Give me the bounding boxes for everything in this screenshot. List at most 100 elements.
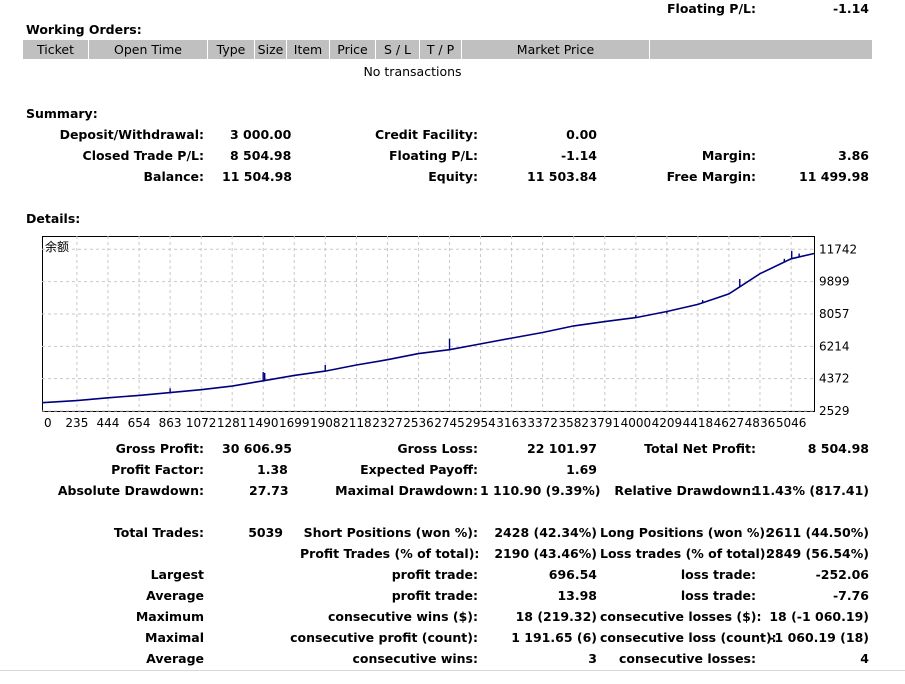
chart-ytick-label: 6214: [819, 339, 850, 353]
chart-xtick-label: 0: [44, 416, 52, 430]
avg-losses-label: consecutive losses:: [618, 651, 756, 666]
average-profit-value: 13.98: [557, 588, 597, 603]
short-positions-label: Short Positions (won %):: [303, 525, 478, 540]
equity-label: Equity:: [428, 169, 478, 184]
free-margin-label: Free Margin:: [666, 169, 756, 184]
chart-xtick-label: 2536: [403, 416, 434, 430]
chart-ytick-label: 11742: [819, 242, 857, 256]
average-profit-label: profit trade:: [391, 588, 478, 603]
maximal-label: Maximal: [145, 630, 204, 645]
chart-xtick-label: 4418: [683, 416, 714, 430]
absolute-drawdown-label: Absolute Drawdown:: [57, 483, 204, 498]
expected-payoff-value: 1.69: [566, 462, 597, 477]
chart-xtick-label: 4209: [652, 416, 683, 430]
long-positions-value: 2611 (44.50%): [766, 525, 869, 540]
maximum-label: Maximum: [135, 609, 204, 624]
absolute-drawdown-value: 27.73: [249, 483, 289, 498]
chart-xtick-label: 4627: [714, 416, 745, 430]
col-tp: T / P: [420, 40, 462, 59]
max-wins-label: consecutive wins ($):: [327, 609, 478, 624]
gross-loss-value: 22 101.97: [527, 441, 597, 456]
max-wins-value: 18 (219.32): [515, 609, 597, 624]
long-positions-label: Long Positions (won %):: [600, 525, 771, 540]
chart-xtick-label: 3163: [496, 416, 527, 430]
floating-value: -1.14: [560, 148, 597, 163]
chart-xtick-label: 1908: [310, 416, 341, 430]
chart-xtick-label: 1072: [186, 416, 217, 430]
credit-value: 0.00: [566, 127, 597, 142]
free-margin-value: 11 499.98: [799, 169, 869, 184]
balance-chart: 11742 9899 8057 6214 4372 2529 0 235 444 654 863 10…: [42, 236, 857, 430]
maximal-profit-value: 1 191.65 (6): [511, 630, 597, 645]
avg-losses-value: 4: [860, 651, 869, 666]
margin-value: 3.86: [838, 148, 869, 163]
gross-profit-value: 30 606.95: [222, 441, 292, 456]
chart-xtick-label: 654: [128, 416, 151, 430]
total-net-profit-value: 8 504.98: [807, 441, 869, 456]
total-trades-label: Total Trades:: [113, 525, 204, 540]
col-item: Item: [287, 40, 330, 59]
largest-profit-value: 696.54: [548, 567, 597, 582]
chart-xtick-label: 4836: [745, 416, 776, 430]
profit-factor-label: Profit Factor:: [111, 462, 204, 477]
chart-xtick-label: 3791: [590, 416, 621, 430]
deposit-label: Deposit/Withdrawal:: [59, 127, 204, 142]
average-label: Average: [146, 588, 204, 603]
working-orders-title: Working Orders:: [26, 22, 142, 37]
profit-trades-value: 2190 (43.46%): [494, 546, 597, 561]
average2-label: Average: [146, 651, 204, 666]
chart-title: 余额: [45, 239, 69, 254]
profit-trades-label: Profit Trades (% of total):: [300, 546, 480, 561]
chart-xtick-label: 3582: [559, 416, 590, 430]
chart-xtick-label: 1490: [248, 416, 279, 430]
col-price: Price: [330, 40, 376, 59]
maximal-loss-label: consecutive loss (count):: [600, 630, 777, 645]
col-ticket: Ticket: [23, 40, 89, 59]
col-size: Size: [255, 40, 287, 59]
chart-xtick-label: 3372: [527, 416, 558, 430]
margin-label: Margin:: [701, 148, 756, 163]
balance-value: 11 504.98: [222, 169, 292, 184]
gross-profit-label: Gross Profit:: [115, 441, 204, 456]
max-losses-value: 18 (-1 060.19): [769, 609, 869, 624]
col-empty: [650, 40, 872, 59]
top-floating-label: Floating P/L:: [667, 1, 756, 16]
avg-wins-value: 3: [588, 651, 597, 666]
relative-drawdown-label: Relative Drawdown:: [614, 483, 756, 498]
maximal-loss-value: -1 060.19 (18): [769, 630, 869, 645]
col-type: Type: [208, 40, 255, 59]
chart-xtick-label: 2745: [434, 416, 465, 430]
summary-title: Summary:: [26, 106, 98, 121]
profit-factor-value: 1.38: [257, 462, 288, 477]
relative-drawdown-value: 11.43% (817.41): [752, 483, 869, 498]
no-transactions-text: No transactions: [363, 64, 462, 79]
maximal-drawdown-label: Maximal Drawdown:: [335, 483, 478, 498]
max-losses-label: consecutive losses ($):: [600, 609, 762, 624]
average-loss-label: loss trade:: [680, 588, 756, 603]
chart-xtick-label: 2118: [341, 416, 372, 430]
chart-xtick-label: 863: [159, 416, 182, 430]
col-sl: S / L: [376, 40, 420, 59]
chart-xtick-label: 444: [96, 416, 119, 430]
equity-value: 11 503.84: [527, 169, 597, 184]
chart-ytick-label: 2529: [819, 404, 850, 418]
deposit-value: 3 000.00: [230, 127, 292, 142]
chart-xtick-label: 2954: [465, 416, 496, 430]
chart-ytick-label: 4372: [819, 372, 850, 386]
credit-label: Credit Facility:: [374, 127, 478, 142]
top-floating-value: -1.14: [832, 1, 869, 16]
col-open-time: Open Time: [89, 40, 208, 59]
maximal-profit-label: consecutive profit (count):: [290, 630, 478, 645]
floating-label: Floating P/L:: [389, 148, 478, 163]
closed-trade-label: Closed Trade P/L:: [82, 148, 204, 163]
largest-loss-label: loss trade:: [680, 567, 756, 582]
avg-wins-label: consecutive wins:: [352, 651, 478, 666]
balance-label: Balance:: [143, 169, 204, 184]
col-market-price: Market Price: [462, 40, 650, 59]
loss-trades-value: 2849 (56.54%): [766, 546, 869, 561]
expected-payoff-label: Expected Payoff:: [360, 462, 478, 477]
details-title: Details:: [26, 211, 81, 226]
chart-ytick-label: 9899: [819, 275, 850, 289]
chart-xtick-label: 5046: [776, 416, 807, 430]
chart-xtick-label: 2327: [372, 416, 403, 430]
